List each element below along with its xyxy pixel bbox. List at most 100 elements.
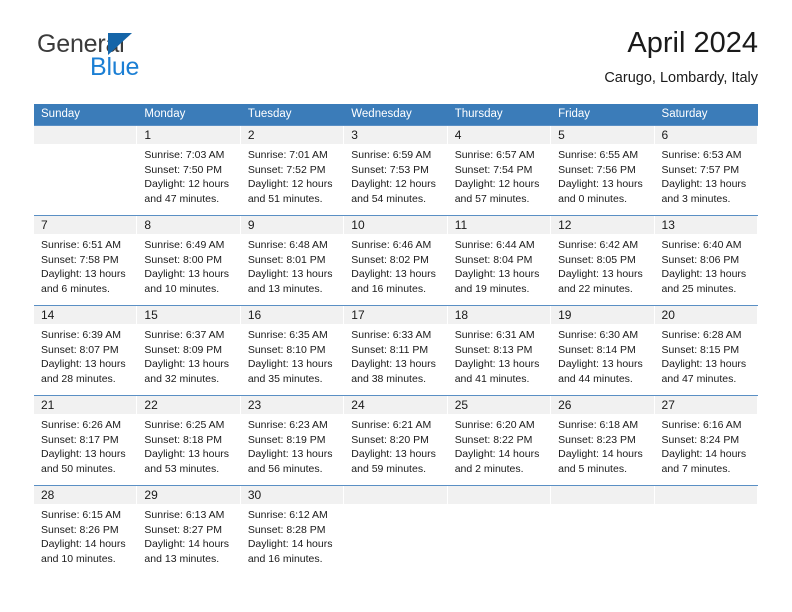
day-number-band: 4 [447,126,551,144]
sunset-text: Sunset: 8:10 PM [247,343,326,356]
triangle-icon [108,33,132,55]
daylight-text-line1: Daylight: 13 hours [454,358,540,371]
day-info: Sunrise: 6:15 AM Sunset: 8:26 PM Dayligh… [34,504,136,566]
day-cell[interactable] [654,486,758,575]
day-cell[interactable]: 21 Sunrise: 6:26 AM Sunset: 8:17 PM Dayl… [34,396,138,485]
sunrise-text: Sunrise: 6:44 AM [454,239,535,251]
day-number-band: 8 [137,216,240,234]
day-info: Sunrise: 6:39 AM Sunset: 8:07 PM Dayligh… [34,324,136,386]
sunrise-text: Sunrise: 6:16 AM [661,419,742,431]
sunset-text: Sunset: 8:01 PM [247,253,326,266]
day-cell[interactable]: 10 Sunrise: 6:46 AM Sunset: 8:02 PM Dayl… [344,216,448,305]
daylight-text-line2: and 32 minutes. [144,372,220,385]
day-info: Sunrise: 6:37 AM Sunset: 8:09 PM Dayligh… [137,324,239,386]
day-cell[interactable]: 17 Sunrise: 6:33 AM Sunset: 8:11 PM Dayl… [344,306,448,395]
daylight-text-line1: Daylight: 13 hours [558,178,643,191]
daylight-text-line2: and 13 minutes. [144,552,220,565]
day-cell[interactable]: 2 Sunrise: 7:01 AM Sunset: 7:52 PM Dayli… [240,126,345,215]
daylight-text-line2: and 7 minutes. [661,462,731,475]
day-number-band [447,486,551,504]
day-number-band: 12 [551,216,654,234]
daylight-text-line1: Daylight: 14 hours [41,538,126,551]
day-cell[interactable]: 22 Sunrise: 6:25 AM Sunset: 8:18 PM Dayl… [137,396,241,485]
day-cell[interactable] [551,486,655,575]
day-number: 26 [558,398,572,412]
day-cell[interactable]: 12 Sunrise: 6:42 AM Sunset: 8:05 PM Dayl… [551,216,655,305]
day-cell[interactable]: 3 Sunrise: 6:59 AM Sunset: 7:53 PM Dayli… [344,126,448,215]
daylight-text-line1: Daylight: 12 hours [144,178,230,191]
day-cell[interactable] [447,486,552,575]
day-cell[interactable]: 11 Sunrise: 6:44 AM Sunset: 8:04 PM Dayl… [447,216,552,305]
day-cell[interactable]: 18 Sunrise: 6:31 AM Sunset: 8:13 PM Dayl… [447,306,552,395]
day-cell[interactable]: 1 Sunrise: 7:03 AM Sunset: 7:50 PM Dayli… [137,126,241,215]
day-info: Sunrise: 6:12 AM Sunset: 8:28 PM Dayligh… [241,504,343,566]
day-info [551,504,653,508]
day-info: Sunrise: 6:55 AM Sunset: 7:56 PM Dayligh… [551,144,653,206]
sunrise-text: Sunrise: 6:23 AM [247,419,328,431]
sunset-text: Sunset: 7:56 PM [558,163,636,176]
day-cell[interactable]: 25 Sunrise: 6:20 AM Sunset: 8:22 PM Dayl… [447,396,552,485]
day-number: 1 [144,128,152,142]
day-cell[interactable]: 27 Sunrise: 6:16 AM Sunset: 8:24 PM Dayl… [654,396,758,485]
daylight-text-line2: and 56 minutes. [247,462,323,475]
day-info: Sunrise: 6:26 AM Sunset: 8:17 PM Dayligh… [34,414,136,476]
day-number-band: 6 [654,126,757,144]
day-info: Sunrise: 6:23 AM Sunset: 8:19 PM Dayligh… [241,414,343,476]
day-number: 28 [41,488,55,502]
day-cell[interactable]: 20 Sunrise: 6:28 AM Sunset: 8:15 PM Dayl… [654,306,758,395]
day-cell[interactable]: 9 Sunrise: 6:48 AM Sunset: 8:01 PM Dayli… [240,216,345,305]
day-cell[interactable]: 6 Sunrise: 6:53 AM Sunset: 7:57 PM Dayli… [654,126,758,215]
day-cell[interactable]: 14 Sunrise: 6:39 AM Sunset: 8:07 PM Dayl… [34,306,138,395]
day-cell[interactable]: 7 Sunrise: 6:51 AM Sunset: 7:58 PM Dayli… [34,216,138,305]
daylight-text-line2: and 10 minutes. [144,282,220,295]
day-cell[interactable]: 28 Sunrise: 6:15 AM Sunset: 8:26 PM Dayl… [34,486,138,575]
day-number: 23 [247,398,262,412]
day-number: 17 [351,308,365,322]
day-info: Sunrise: 6:20 AM Sunset: 8:22 PM Dayligh… [448,414,550,476]
sunrise-text: Sunrise: 6:35 AM [247,329,328,341]
daylight-text-line1: Daylight: 12 hours [247,178,333,191]
sunrise-text: Sunrise: 6:42 AM [558,239,639,251]
day-info: Sunrise: 6:33 AM Sunset: 8:11 PM Dayligh… [344,324,446,386]
daylight-text-line1: Daylight: 13 hours [558,358,643,371]
daylight-text-line2: and 16 minutes. [351,282,426,295]
day-cell[interactable] [344,486,448,575]
week-row: 1 Sunrise: 7:03 AM Sunset: 7:50 PM Dayli… [34,125,758,215]
day-cell[interactable]: 30 Sunrise: 6:12 AM Sunset: 8:28 PM Dayl… [240,486,345,575]
day-number-band: 15 [137,306,240,324]
day-cell[interactable]: 8 Sunrise: 6:49 AM Sunset: 8:00 PM Dayli… [137,216,241,305]
day-cell[interactable]: 23 Sunrise: 6:23 AM Sunset: 8:19 PM Dayl… [240,396,345,485]
day-cell[interactable]: 15 Sunrise: 6:37 AM Sunset: 8:09 PM Dayl… [137,306,241,395]
sunset-text: Sunset: 8:13 PM [454,343,533,356]
sunrise-text: Sunrise: 6:15 AM [41,509,121,521]
day-number: 5 [558,128,565,142]
day-number: 21 [41,398,55,412]
day-number: 25 [454,398,469,412]
day-cell[interactable]: 29 Sunrise: 6:13 AM Sunset: 8:27 PM Dayl… [137,486,241,575]
day-number: 12 [558,218,572,232]
general-blue-logo[interactable]: General Blue [34,26,234,86]
daylight-text-line1: Daylight: 13 hours [144,448,230,461]
day-number-band: 16 [240,306,344,324]
daylight-text-line2: and 54 minutes. [351,192,426,205]
sunrise-text: Sunrise: 6:49 AM [144,239,225,251]
day-cell[interactable]: 24 Sunrise: 6:21 AM Sunset: 8:20 PM Dayl… [344,396,448,485]
daylight-text-line2: and 50 minutes. [41,462,116,475]
daylight-text-line2: and 28 minutes. [41,372,116,385]
day-cell[interactable]: 19 Sunrise: 6:30 AM Sunset: 8:14 PM Dayl… [551,306,655,395]
day-cell[interactable]: 13 Sunrise: 6:40 AM Sunset: 8:06 PM Dayl… [654,216,758,305]
day-cell[interactable]: 16 Sunrise: 6:35 AM Sunset: 8:10 PM Dayl… [240,306,345,395]
day-info: Sunrise: 6:42 AM Sunset: 8:05 PM Dayligh… [551,234,653,296]
daylight-text-line1: Daylight: 14 hours [454,448,540,461]
daylight-text-line1: Daylight: 14 hours [661,448,747,461]
daylight-text-line2: and 51 minutes. [247,192,323,205]
day-cell[interactable]: 4 Sunrise: 6:57 AM Sunset: 7:54 PM Dayli… [447,126,552,215]
day-number: 24 [351,398,365,412]
sunrise-text: Sunrise: 6:12 AM [247,509,328,521]
sunrise-text: Sunrise: 6:40 AM [661,239,742,251]
day-cell[interactable]: 26 Sunrise: 6:18 AM Sunset: 8:23 PM Dayl… [551,396,655,485]
sunset-text: Sunset: 8:19 PM [247,433,326,446]
day-cell[interactable]: 5 Sunrise: 6:55 AM Sunset: 7:56 PM Dayli… [551,126,655,215]
day-cell[interactable] [34,126,138,215]
weekday-header-row: Sunday Monday Tuesday Wednesday Thursday… [34,104,758,125]
